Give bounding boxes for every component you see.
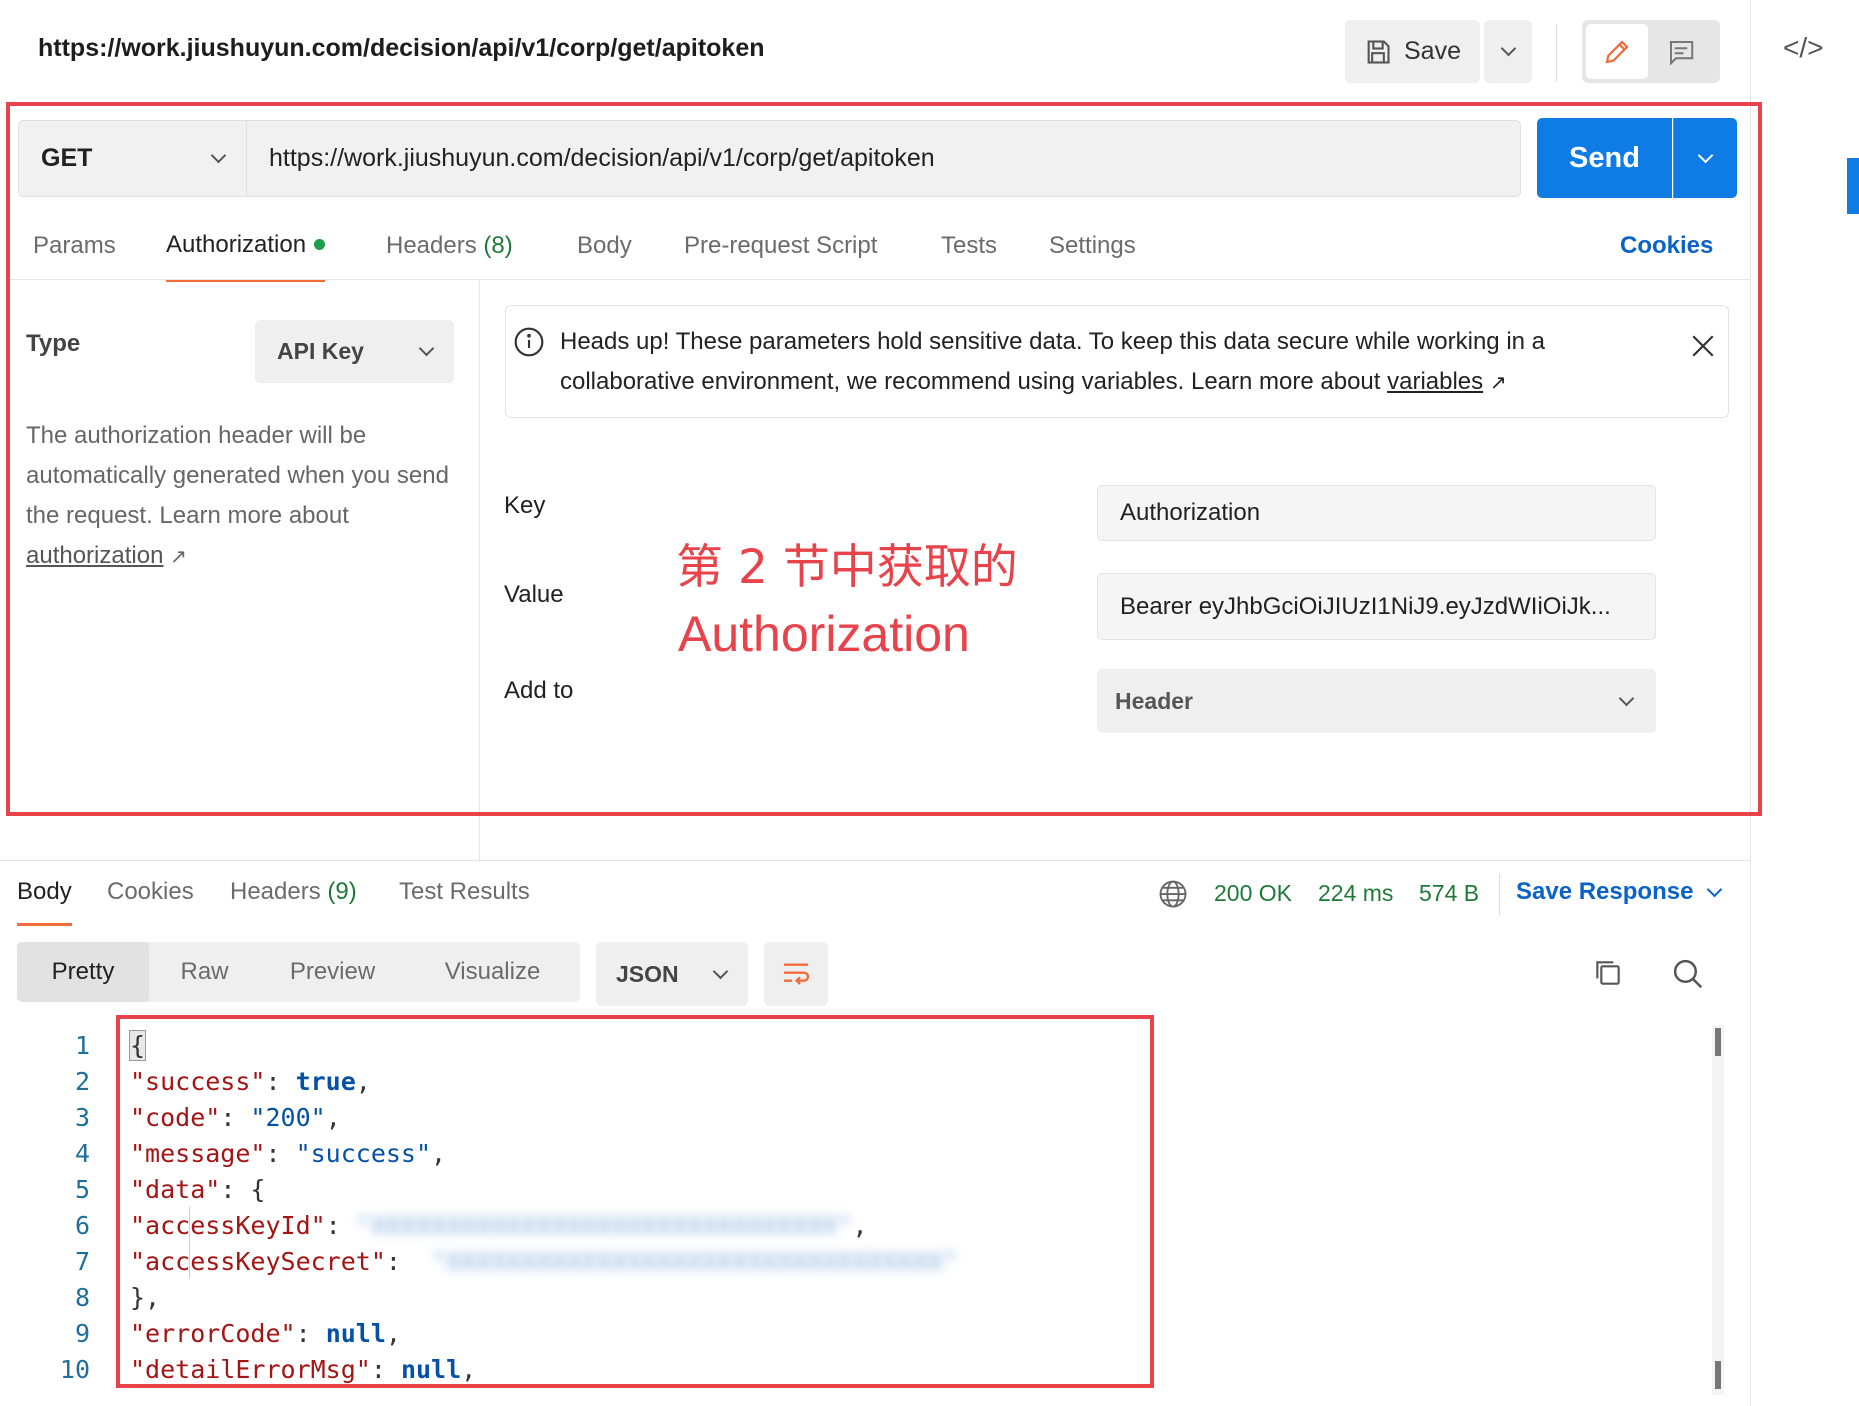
right-edge-accent — [1847, 158, 1859, 214]
save-response-button[interactable]: Save Response — [1516, 878, 1723, 906]
comment-icon — [1669, 40, 1694, 66]
response-divider — [0, 860, 1750, 861]
save-button[interactable]: Save — [1345, 20, 1480, 83]
wrap-lines-button[interactable] — [764, 942, 828, 1006]
view-mode-raw[interactable]: Raw — [149, 942, 260, 1002]
scrollbar-thumb-top[interactable] — [1715, 1028, 1721, 1056]
code-icon[interactable]: </> — [1783, 32, 1823, 64]
line-number-gutter: 1 2 3 4 5 6 7 8 9 10 — [20, 1027, 90, 1387]
line-number: 4 — [74, 1138, 90, 1168]
line-number: 10 — [59, 1354, 90, 1384]
response-tab-cookies[interactable]: Cookies — [107, 878, 194, 906]
view-mode-pretty[interactable]: Pretty — [17, 942, 149, 1002]
format-value: JSON — [616, 960, 679, 987]
response-tab-test-results[interactable]: Test Results — [399, 878, 530, 906]
edit-mode-button[interactable] — [1586, 24, 1648, 79]
search-icon[interactable] — [1671, 957, 1704, 990]
line-number: 7 — [74, 1246, 90, 1276]
save-options-button[interactable] — [1484, 20, 1532, 83]
response-size[interactable]: 574 B — [1419, 880, 1479, 907]
divider — [1556, 24, 1557, 82]
response-tab-headers[interactable]: Headers (9) — [230, 878, 357, 906]
line-number: 6 — [74, 1210, 90, 1240]
chevron-down-icon — [1500, 40, 1516, 57]
request-title: https://work.jiushuyun.com/decision/api/… — [38, 34, 765, 62]
response-highlight-box — [116, 1015, 1154, 1388]
copy-icon[interactable] — [1592, 957, 1624, 989]
code-scrollbar[interactable] — [1712, 1025, 1724, 1395]
line-number: 3 — [74, 1102, 90, 1132]
comment-mode-button[interactable] — [1648, 24, 1714, 79]
line-number: 5 — [74, 1174, 90, 1204]
line-number: 1 — [74, 1030, 90, 1060]
chevron-down-icon — [1707, 881, 1723, 897]
response-time[interactable]: 224 ms — [1318, 880, 1393, 907]
response-tab-body[interactable]: Body — [17, 876, 72, 926]
save-icon — [1367, 39, 1390, 64]
globe-icon — [1159, 880, 1187, 908]
scrollbar-thumb-bottom[interactable] — [1715, 1361, 1721, 1389]
view-mode-visualize[interactable]: Visualize — [405, 942, 580, 1002]
save-label: Save — [1404, 37, 1461, 65]
pencil-icon — [1605, 39, 1629, 63]
line-number: 2 — [74, 1066, 90, 1096]
view-mode-preview[interactable]: Preview — [260, 942, 405, 1002]
chevron-down-icon — [712, 963, 729, 979]
request-highlight-box — [6, 102, 1762, 816]
wrap-lines-icon — [784, 963, 810, 985]
divider — [1499, 874, 1500, 916]
line-number: 9 — [74, 1318, 90, 1348]
status-code[interactable]: 200 OK — [1214, 880, 1292, 907]
format-select[interactable]: JSON — [596, 942, 748, 1006]
line-number: 8 — [74, 1282, 90, 1312]
view-mode-group: Pretty Raw Preview Visualize — [17, 942, 580, 1002]
view-toggle — [1582, 20, 1720, 83]
